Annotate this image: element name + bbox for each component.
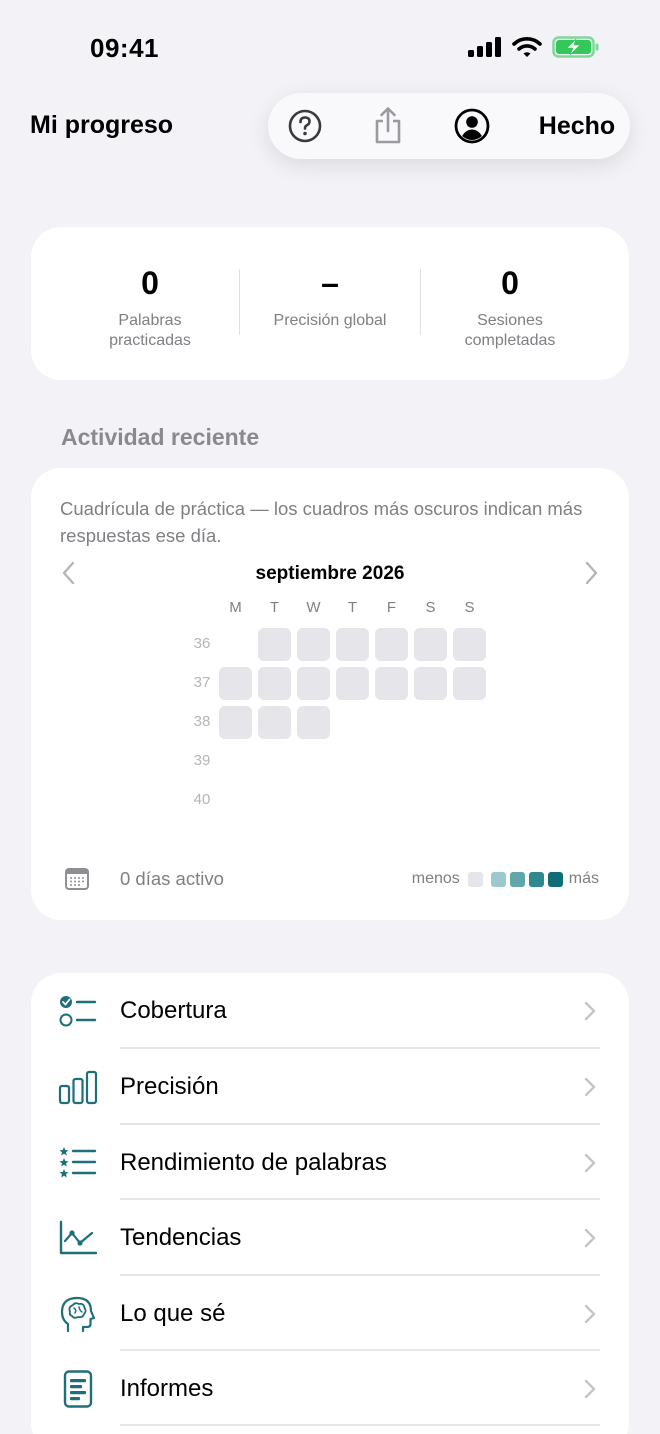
chevron-right-icon — [584, 1077, 596, 1097]
chevron-right-icon[interactable] — [579, 560, 603, 586]
weekday-label: F — [386, 599, 397, 616]
chevron-right-icon — [584, 1379, 596, 1399]
activity-card: Cuadrícula de práctica — los cuadros más… — [31, 468, 629, 920]
day-cell[interactable] — [453, 667, 486, 700]
legend-swatch — [547, 871, 563, 887]
stats-card: 0 Palabras practicadas – Precisión globa… — [31, 227, 629, 380]
weekday-label: S — [464, 599, 475, 616]
day-cell[interactable] — [297, 667, 330, 700]
stat-global-accuracy: – Precisión global — [240, 227, 420, 331]
menu-item-word-performance[interactable]: Rendimiento de palabras — [31, 1125, 629, 1200]
menu-item-accuracy[interactable]: Precisión — [31, 1049, 629, 1124]
legend-swatch — [509, 871, 525, 887]
chevron-right-icon — [584, 1153, 596, 1173]
menu-item-label: Cobertura — [120, 997, 227, 1024]
trend-line-icon — [59, 1220, 98, 1255]
day-cell[interactable] — [297, 628, 330, 661]
report-document-icon — [63, 1370, 93, 1408]
section-title-recent-activity: Actividad reciente — [61, 424, 260, 450]
week-number: 40 — [193, 791, 211, 808]
stat-label: Sesiones completadas — [464, 312, 556, 349]
day-cell[interactable] — [336, 628, 369, 661]
menu-item-label: Precisión — [120, 1073, 219, 1100]
day-cell[interactable] — [336, 667, 369, 700]
page-title: Mi progreso — [30, 111, 174, 139]
share-button[interactable] — [368, 93, 408, 159]
stat-label: Precisión global — [273, 312, 387, 329]
day-cell[interactable] — [297, 706, 330, 739]
day-cell[interactable] — [375, 628, 408, 661]
chevron-right-icon — [584, 1304, 596, 1324]
week-number: 39 — [193, 752, 211, 769]
chevron-right-icon — [584, 1228, 596, 1248]
activity-description: Cuadrícula de práctica — los cuadros más… — [60, 498, 583, 546]
menu-item-label: Rendimiento de palabras — [120, 1149, 387, 1176]
week-number: 37 — [193, 674, 211, 691]
menu-item-trends[interactable]: Tendencias — [31, 1200, 629, 1275]
week-number: 36 — [193, 635, 211, 652]
month-label: septiembre 2026 — [255, 563, 405, 584]
day-cell[interactable] — [219, 667, 252, 700]
stat-words-practiced: 0 Palabras practicadas — [60, 227, 240, 351]
day-cell[interactable] — [414, 628, 447, 661]
menu-item-label: Tendencias — [120, 1224, 242, 1251]
status-time: 09:41 — [90, 33, 159, 63]
brain-head-icon — [60, 1296, 96, 1333]
days-active-label: 0 días activo — [120, 868, 224, 889]
weekday-label: T — [269, 599, 280, 616]
legend-more-label: más — [568, 870, 599, 887]
menu-item-label: Informes — [120, 1375, 214, 1402]
menu-item-reports[interactable]: Informes — [31, 1351, 629, 1426]
day-cell[interactable] — [219, 706, 252, 739]
menu-divider — [120, 1424, 600, 1426]
stat-value: 0 — [501, 265, 519, 301]
day-cell[interactable] — [258, 628, 291, 661]
legend-swatch — [528, 871, 544, 887]
help-icon — [288, 109, 322, 143]
status-bar: 09:41 — [0, 0, 660, 90]
stat-value: 0 — [141, 265, 159, 301]
menu-item-what-i-know[interactable]: Lo que sé — [31, 1276, 629, 1351]
help-button[interactable] — [286, 93, 324, 159]
day-cell[interactable] — [453, 628, 486, 661]
week-number: 38 — [193, 713, 211, 730]
battery-charging-icon — [552, 36, 599, 58]
calendar-icon — [65, 868, 89, 890]
coverage-checklist-icon — [59, 996, 97, 1027]
account-icon — [454, 108, 490, 144]
legend-swatch — [467, 871, 483, 887]
account-button[interactable] — [452, 93, 492, 159]
star-list-icon — [59, 1147, 97, 1178]
chevron-right-icon — [584, 1001, 596, 1021]
bar-chart-icon — [58, 1070, 98, 1105]
stat-label: Palabras practicadas — [109, 312, 191, 349]
day-cell[interactable] — [258, 667, 291, 700]
stat-sessions-completed: 0 Sesiones completadas — [420, 227, 600, 351]
legend-less-label: menos — [411, 870, 460, 887]
done-button[interactable]: Hecho — [530, 93, 624, 159]
weekday-label: M — [229, 599, 242, 616]
weekday-label: W — [306, 599, 321, 616]
stat-value: – — [321, 265, 339, 301]
day-cell[interactable] — [375, 667, 408, 700]
wifi-icon — [512, 37, 542, 57]
menu-item-coverage[interactable]: Cobertura — [31, 973, 629, 1048]
heatmap-legend: menos más — [412, 870, 599, 888]
toolbar: Hecho — [268, 93, 630, 159]
day-cell[interactable] — [414, 667, 447, 700]
weekday-label: S — [425, 599, 436, 616]
legend-swatch — [490, 871, 506, 887]
share-icon — [375, 107, 401, 144]
status-icons — [468, 35, 600, 59]
day-cell[interactable] — [258, 706, 291, 739]
signal-icon — [468, 37, 501, 57]
reports-menu-card: Cobertura Precisión Rendimiento de palab… — [31, 973, 629, 1434]
menu-item-label: Lo que sé — [120, 1300, 226, 1327]
weekday-label: T — [347, 599, 358, 616]
